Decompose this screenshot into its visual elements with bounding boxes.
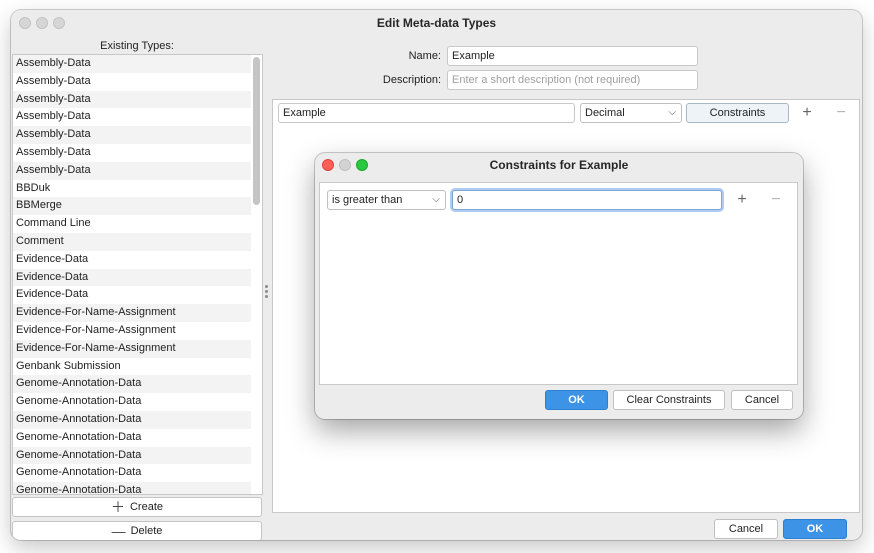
chevron-down-icon: ⌵ [432, 194, 440, 205]
create-button[interactable]: ＋ Create [12, 497, 262, 517]
clear-constraints-button[interactable]: Clear Constraints [613, 390, 725, 410]
list-item[interactable]: Comment [13, 232, 251, 251]
list-item[interactable]: Genome-Annotation-Data [13, 446, 251, 465]
list-item[interactable]: Genome-Annotation-Data [13, 429, 251, 447]
list-item[interactable]: Genbank Submission [13, 358, 251, 376]
remove-constraint-icon[interactable]: − [768, 192, 784, 208]
add-constraint-icon[interactable]: + [734, 192, 750, 208]
list-item[interactable]: Assembly-Data [13, 108, 251, 126]
list-item[interactable]: Evidence-For-Name-Assignment [13, 339, 251, 358]
condition-select[interactable]: is greater than ⌵ [327, 190, 446, 210]
remove-field-icon[interactable]: − [833, 105, 849, 121]
dialog-ok-button[interactable]: OK [545, 390, 608, 410]
dialog-cancel-button[interactable]: Cancel [731, 390, 793, 410]
field-type-value: Decimal [585, 107, 625, 119]
list-item[interactable]: Genome-Annotation-Data [13, 482, 251, 494]
list-item[interactable]: Assembly-Data [13, 90, 251, 109]
create-label: Create [129, 501, 164, 513]
constraint-value-input[interactable] [452, 190, 722, 210]
list-item[interactable]: Assembly-Data [13, 73, 251, 91]
split-pane-handle[interactable] [265, 285, 268, 300]
list-item[interactable]: Assembly-Data [13, 55, 251, 73]
plus-icon: ＋ [110, 499, 125, 515]
cancel-button[interactable]: Cancel [714, 519, 778, 539]
delete-label: Delete [130, 525, 163, 537]
list-item[interactable]: Evidence-For-Name-Assignment [13, 322, 251, 340]
window-titlebar: Edit Meta-data Types [11, 10, 862, 36]
list-item[interactable]: Assembly-Data [13, 161, 251, 180]
list-item[interactable]: Genome-Annotation-Data [13, 375, 251, 394]
delete-button[interactable]: — Delete [12, 521, 262, 540]
description-field[interactable] [447, 70, 698, 90]
list-item[interactable]: Genome-Annotation-Data [13, 410, 251, 429]
constraints-dialog: Constraints for Example is greater than … [315, 153, 803, 419]
list-scrollbar[interactable] [253, 57, 260, 205]
field-type-select[interactable]: Decimal ⌵ [580, 103, 682, 123]
list-item[interactable]: Assembly-Data [13, 126, 251, 144]
chevron-down-icon: ⌵ [668, 107, 676, 118]
list-item[interactable]: Evidence-Data [13, 268, 251, 287]
list-item[interactable]: Evidence-For-Name-Assignment [13, 304, 251, 322]
list-item[interactable]: Genome-Annotation-Data [13, 464, 251, 482]
add-field-icon[interactable]: + [799, 105, 815, 121]
existing-types-title: Existing Types: [100, 40, 174, 52]
constraints-button[interactable]: Constraints [686, 103, 789, 123]
list-item[interactable]: BBMerge [13, 197, 251, 216]
list-item[interactable]: Genome-Annotation-Data [13, 393, 251, 411]
minus-icon: — [111, 523, 126, 539]
list-item[interactable]: Evidence-Data [13, 251, 251, 269]
dialog-title: Constraints for Example [489, 158, 629, 172]
window-title: Edit Meta-data Types [376, 16, 497, 30]
condition-value: is greater than [332, 194, 403, 206]
list-item[interactable]: Command Line [13, 215, 251, 233]
name-field[interactable] [447, 46, 698, 66]
existing-types-list[interactable]: Assembly-Data Assembly-Data Assembly-Data A… [12, 54, 263, 495]
list-item[interactable]: BBDuk [13, 180, 251, 198]
list-item[interactable]: Assembly-Data [13, 144, 251, 162]
name-label: Name: [408, 50, 441, 62]
list-item[interactable]: Evidence-Data [13, 286, 251, 304]
description-label: Description: [382, 74, 441, 86]
constraints-panel: is greater than ⌵ + − [319, 182, 798, 385]
ok-button[interactable]: OK [783, 519, 847, 539]
field-name-input[interactable] [278, 103, 575, 123]
